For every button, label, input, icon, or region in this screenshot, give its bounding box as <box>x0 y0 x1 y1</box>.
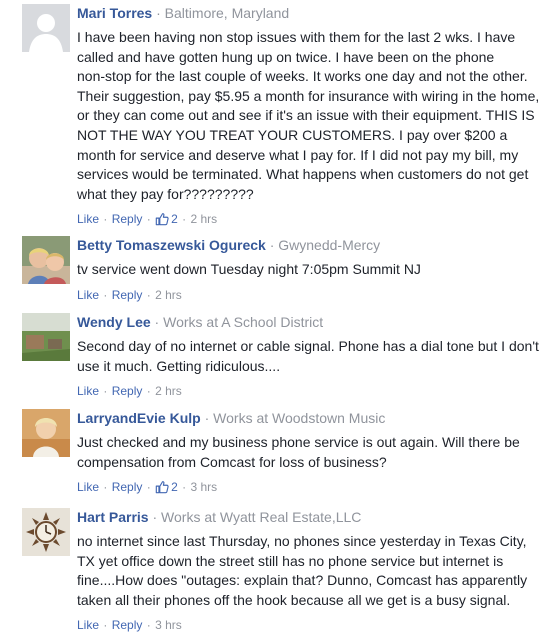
comment-text: Second day of no internet or cable signa… <box>77 338 539 374</box>
comment-header: Mari Torres · Baltimore, Maryland <box>77 4 554 22</box>
commenter-meta: Works at Wyatt Real Estate,LLC <box>161 509 362 525</box>
commenter-name[interactable]: Wendy Lee <box>77 314 151 330</box>
reply-link[interactable]: Reply <box>112 212 143 226</box>
profile-photo-landscape-icon <box>22 313 70 361</box>
comment-actions: Like · Reply · 2 · 3 hrs <box>77 479 554 495</box>
reply-link[interactable]: Reply <box>112 288 143 302</box>
thumbs-up-icon[interactable] <box>155 212 169 226</box>
action-separator: · <box>182 212 187 227</box>
comment-actions: Like · Reply · 3 hrs <box>77 617 554 633</box>
action-separator: · <box>103 384 108 399</box>
commenter-meta: Baltimore, Maryland <box>164 5 290 21</box>
commenter-meta: Gwynedd-Mercy <box>278 237 381 253</box>
comment-content: Betty Tomaszewski Ogureck · Gwynedd-Merc… <box>77 236 554 303</box>
like-link[interactable]: Like <box>77 618 99 632</box>
reply-link[interactable]: Reply <box>112 384 143 398</box>
action-separator: · <box>103 287 108 302</box>
action-separator: · <box>103 212 108 227</box>
thumbs-up-icon[interactable] <box>155 480 169 494</box>
commenter-meta: Works at A School District <box>163 314 324 330</box>
commenter-meta: Works at Woodstown Music <box>213 410 386 426</box>
action-separator: · <box>146 618 151 633</box>
comment-text: no internet since last Thursday, no phon… <box>77 533 528 608</box>
action-separator: · <box>103 618 108 633</box>
avatar[interactable] <box>22 236 70 284</box>
comment-header: Wendy Lee · Works at A School District <box>77 313 554 331</box>
action-separator: · <box>146 212 151 227</box>
meta-separator: · <box>204 410 214 426</box>
commenter-name[interactable]: LarryandEvie Kulp <box>77 410 201 426</box>
meta-separator: · <box>152 509 162 525</box>
avatar[interactable] <box>22 313 70 361</box>
timestamp[interactable]: 3 hrs <box>190 480 217 494</box>
action-separator: · <box>146 287 151 302</box>
timestamp[interactable]: 3 hrs <box>155 618 182 632</box>
commenter-name[interactable]: Mari Torres <box>77 5 152 21</box>
comment-actions: Like · Reply · 2 hrs <box>77 383 554 399</box>
like-link[interactable]: Like <box>77 480 99 494</box>
profile-photo-clock-icon <box>22 508 70 556</box>
timestamp[interactable]: 2 hrs <box>155 288 182 302</box>
comment-actions: Like · Reply · 2 hrs <box>77 287 554 303</box>
meta-separator: · <box>156 5 165 21</box>
reply-link[interactable]: Reply <box>112 480 143 494</box>
comment-actions: Like · Reply · 2 · 2 hrs <box>77 211 554 227</box>
timestamp[interactable]: 2 hrs <box>190 212 217 226</box>
avatar[interactable] <box>22 508 70 556</box>
meta-separator: · <box>154 314 164 330</box>
comment-text: tv service went down Tuesday night 7:05p… <box>77 261 421 277</box>
default-profile-icon <box>22 4 70 52</box>
like-count[interactable]: 2 <box>171 212 178 226</box>
action-separator: · <box>182 480 187 495</box>
profile-photo-child-icon <box>22 409 70 457</box>
profile-photo-children-icon <box>22 236 70 284</box>
comment-text: I have been having non stop issues with … <box>77 29 540 202</box>
action-separator: · <box>146 384 151 399</box>
reply-link[interactable]: Reply <box>112 618 143 632</box>
commenter-name[interactable]: Betty Tomaszewski Ogureck <box>77 237 266 253</box>
timestamp[interactable]: 2 hrs <box>155 384 182 398</box>
comment-header: Hart Parris · Works at Wyatt Real Estate… <box>77 508 554 526</box>
meta-separator: · <box>269 237 279 253</box>
like-link[interactable]: Like <box>77 384 99 398</box>
comment-content: LarryandEvie Kulp · Works at Woodstown M… <box>77 409 554 495</box>
avatar[interactable] <box>22 409 70 457</box>
comment-header: Betty Tomaszewski Ogureck · Gwynedd-Merc… <box>77 236 554 254</box>
like-link[interactable]: Like <box>77 288 99 302</box>
like-link[interactable]: Like <box>77 212 99 226</box>
avatar[interactable] <box>22 4 70 52</box>
comment-header: LarryandEvie Kulp · Works at Woodstown M… <box>77 409 554 427</box>
comment-content: Hart Parris · Works at Wyatt Real Estate… <box>77 508 554 633</box>
like-count[interactable]: 2 <box>171 480 178 494</box>
action-separator: · <box>103 480 108 495</box>
comment-content: Mari Torres · Baltimore, Maryland I have… <box>77 4 554 227</box>
action-separator: · <box>146 480 151 495</box>
commenter-name[interactable]: Hart Parris <box>77 509 149 525</box>
comment-text: Just checked and my business phone servi… <box>77 434 520 470</box>
comment-content: Wendy Lee · Works at A School District S… <box>77 313 554 399</box>
